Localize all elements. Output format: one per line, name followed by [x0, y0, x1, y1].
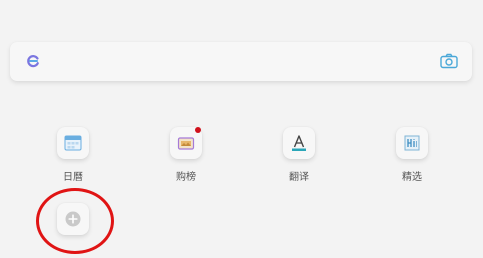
- shortcut-label-featured: 精选: [402, 172, 422, 183]
- shortcut-calendar[interactable]: [57, 127, 89, 159]
- app-logo-e-icon: [27, 55, 39, 68]
- notification-badge: [195, 127, 201, 133]
- shortcut-label-shopping-list: 购榜: [176, 172, 196, 183]
- shortcut-label-translate: 翻译: [289, 172, 309, 183]
- shortcut-translate[interactable]: [283, 127, 315, 159]
- featured-icon: [404, 135, 420, 151]
- search-bar[interactable]: [10, 42, 472, 81]
- camera-icon[interactable]: [440, 53, 458, 69]
- translate-icon: [292, 135, 306, 151]
- highlight-circle-annotation: [36, 188, 114, 254]
- shortcut-featured[interactable]: [396, 127, 428, 159]
- shopping-list-icon: [177, 137, 195, 150]
- shortcut-label-calendar: 日曆: [63, 172, 83, 183]
- calendar-icon: [64, 135, 82, 151]
